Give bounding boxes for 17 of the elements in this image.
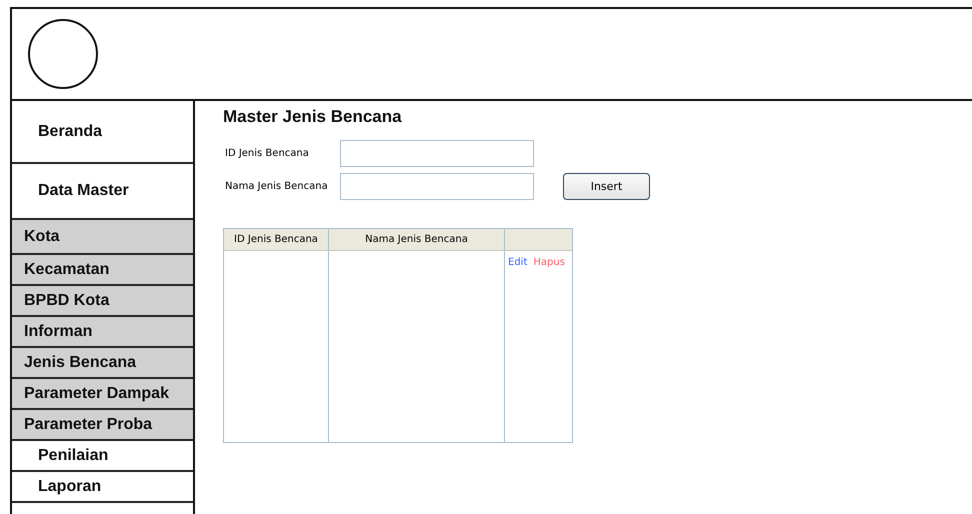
action-link[interactable]: Edit bbox=[508, 257, 528, 268]
sidebar-item[interactable]: Kecamatan bbox=[12, 255, 193, 286]
page-title: Master Jenis Bencana bbox=[223, 107, 403, 127]
sidebar-item[interactable]: Kota bbox=[12, 220, 193, 255]
sidebar-item[interactable]: BPBD Kota bbox=[12, 286, 193, 317]
logo-circle-icon bbox=[28, 19, 98, 89]
field-label: ID Jenis Bencana bbox=[224, 148, 310, 159]
column-header: ID Jenis Bencana bbox=[224, 229, 329, 250]
input-field[interactable] bbox=[340, 140, 534, 167]
field-label: Nama Jenis Bencana bbox=[224, 181, 329, 192]
sidebar-item[interactable]: Parameter Dampak bbox=[12, 379, 193, 410]
insert-button[interactable]: Insert bbox=[563, 173, 650, 200]
sidebar-item[interactable]: Parameter Proba bbox=[12, 410, 193, 441]
column-header: Nama Jenis Bencana bbox=[329, 229, 505, 250]
sidebar-item[interactable]: Informan bbox=[12, 317, 193, 348]
input-field[interactable] bbox=[340, 173, 534, 200]
sidebar-item[interactable]: Jenis Bencana bbox=[12, 348, 193, 379]
